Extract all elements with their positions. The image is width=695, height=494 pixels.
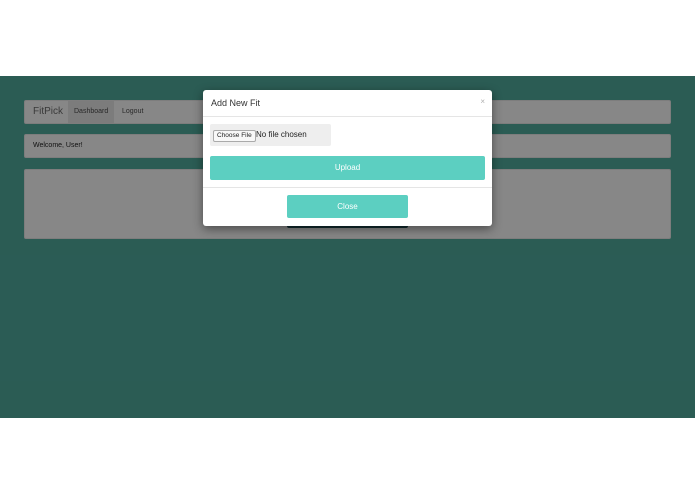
modal-header: Add New Fit ×: [203, 90, 492, 117]
modal-footer-divider: [203, 187, 492, 188]
modal-title: Add New Fit: [211, 98, 261, 108]
add-fit-modal: Add New Fit × Choose File No file chosen…: [203, 90, 492, 226]
choose-file-button[interactable]: Choose File: [213, 130, 256, 142]
upload-button[interactable]: Upload: [210, 156, 485, 180]
close-icon[interactable]: ×: [480, 97, 485, 106]
close-button[interactable]: Close: [287, 195, 408, 218]
file-status: No file chosen: [256, 130, 307, 139]
file-input[interactable]: Choose File No file chosen: [210, 124, 331, 146]
